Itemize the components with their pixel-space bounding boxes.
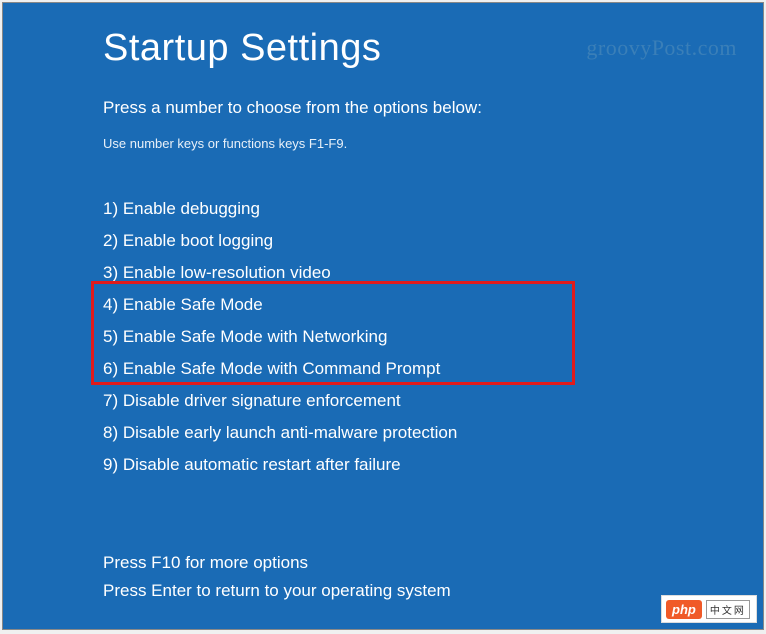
footer-more-options: Press F10 for more options [103, 549, 763, 577]
option-1-debugging[interactable]: 1) Enable debugging [103, 193, 763, 225]
option-5-safe-mode-networking[interactable]: 5) Enable Safe Mode with Networking [103, 321, 763, 353]
option-8-disable-antimalware[interactable]: 8) Disable early launch anti-malware pro… [103, 417, 763, 449]
option-6-safe-mode-cmd[interactable]: 6) Enable Safe Mode with Command Prompt [103, 353, 763, 385]
hint-text: Use number keys or functions keys F1-F9. [103, 136, 763, 151]
php-icon: php [666, 600, 702, 619]
option-2-boot-logging[interactable]: 2) Enable boot logging [103, 225, 763, 257]
php-logo-badge: php 中文网 [661, 595, 757, 623]
option-9-disable-auto-restart[interactable]: 9) Disable automatic restart after failu… [103, 449, 763, 481]
content-area: Startup Settings Press a number to choos… [3, 3, 763, 605]
option-7-disable-driver-sig[interactable]: 7) Disable driver signature enforcement [103, 385, 763, 417]
instruction-text: Press a number to choose from the option… [103, 98, 763, 118]
option-3-low-res-video[interactable]: 3) Enable low-resolution video [103, 257, 763, 289]
option-4-safe-mode[interactable]: 4) Enable Safe Mode [103, 289, 763, 321]
logo-cn-text: 中文网 [706, 600, 750, 619]
watermark-text: groovyPost.com [586, 35, 737, 61]
startup-settings-screen: Startup Settings Press a number to choos… [2, 2, 764, 630]
options-list: 1) Enable debugging 2) Enable boot loggi… [103, 193, 763, 481]
